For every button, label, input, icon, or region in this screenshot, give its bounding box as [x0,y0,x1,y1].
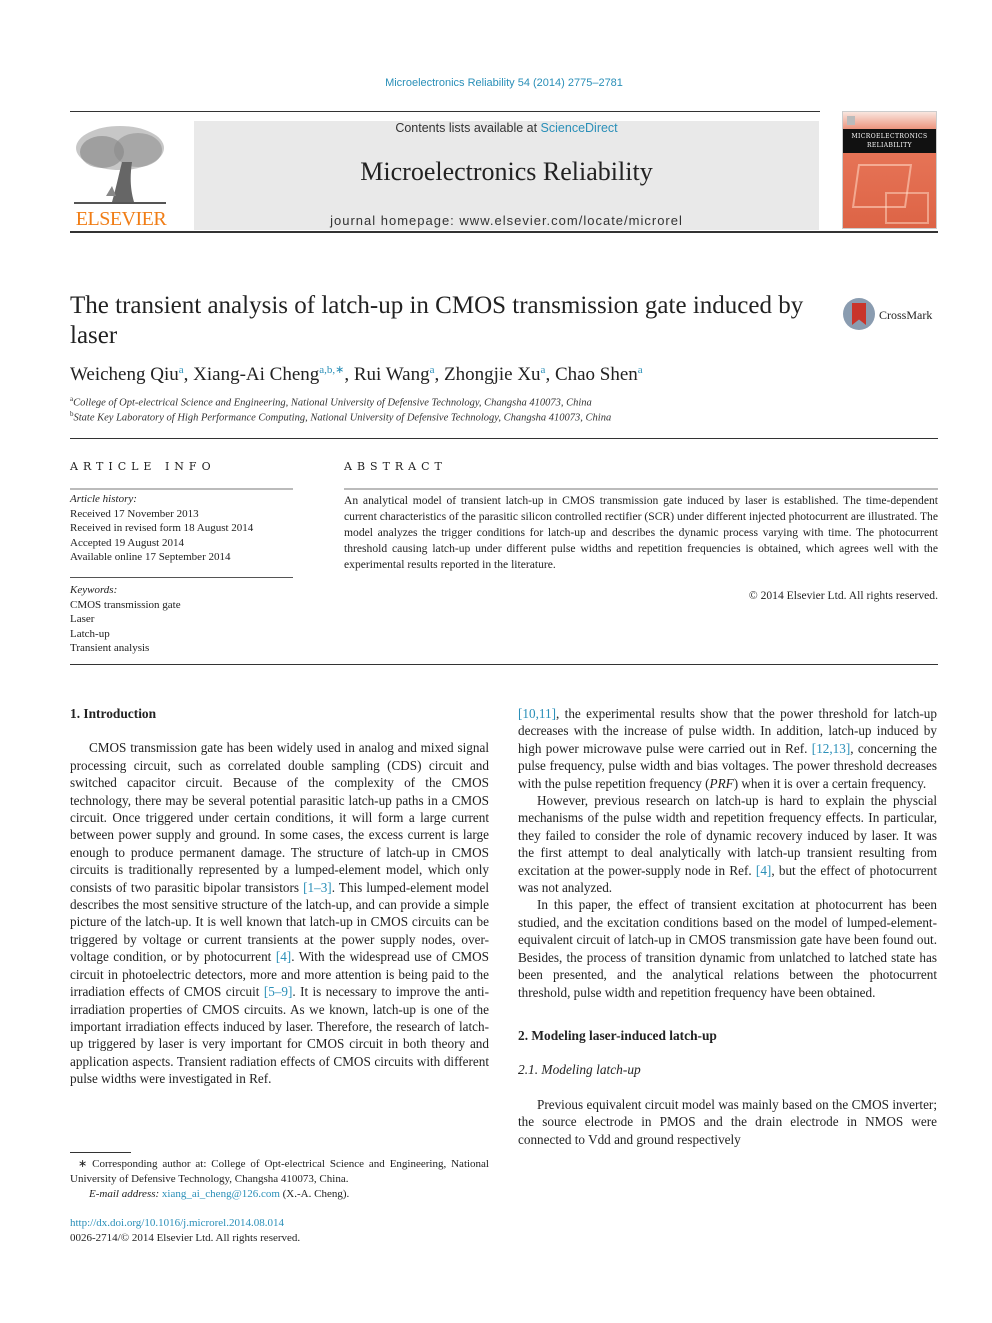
journal-title: Microelectronics Reliability [360,157,653,186]
abstract-copyright: © 2014 Elsevier Ltd. All rights reserved… [748,589,938,602]
journal-citation-link[interactable]: Microelectronics Reliability 54 (2014) 2… [0,77,992,89]
author-affil-mark[interactable]: a [541,364,546,376]
affil-text: State Key Laboratory of High Performance… [73,412,612,424]
sciencedirect-link[interactable]: ScienceDirect [541,121,618,135]
affil-text: College of Opt-electrical Science and En… [73,397,592,409]
history-label: Article history: [70,493,137,505]
footnote: ∗ Corresponding author at: College of Op… [70,1157,489,1202]
body-column-right: [10,11], the experimental results show t… [518,705,937,1148]
journal-cover-thumbnail[interactable]: MICROELECTRONICS RELIABILITY [842,111,937,229]
intro-paragraph-1-cont: [10,11], the experimental results show t… [518,705,937,792]
crossmark-icon [843,298,875,330]
text-run: ) when it is over a certain frequency. [733,775,927,791]
email-label: E-mail address: [89,1188,162,1200]
cover-chip-graphic-2 [885,192,929,224]
crossmark-label: CrossMark [879,308,933,322]
abstract-heading: ABSTRACT [344,460,447,473]
elsevier-wordmark: ELSEVIER [75,208,167,230]
author-affil-mark[interactable]: a [430,364,435,376]
author-affil-mark[interactable]: a [179,364,184,376]
history-item: Accepted 19 August 2014 [70,536,184,549]
citation-link[interactable]: [5–9] [264,984,293,999]
prf-abbrev: PRF [709,775,734,791]
crossmark-ribbon-icon [852,303,866,325]
author-affil-mark[interactable]: a [638,364,643,376]
affiliation-a: aCollege of Opt-electrical Science and E… [70,395,870,409]
intro-paragraph-2: However, previous research on latch-up i… [518,792,937,896]
author-list: Weicheng Qiua, Xiang-Ai Chenga,b,∗, Rui … [70,364,643,385]
citation-link[interactable]: [12,13] [812,741,850,756]
section-heading-modeling: 2. Modeling laser-induced latch-up [518,1027,717,1043]
keyword: Latch-up [70,627,110,640]
corresponding-author-note: ∗ Corresponding author at: College of Op… [70,1158,489,1185]
article-title: The transient analysis of latch-up in CM… [70,292,804,349]
homepage-line: journal homepage: www.elsevier.com/locat… [194,213,819,228]
contents-prefix: Contents lists available at [395,121,541,135]
keywords-block: Keywords: CMOS transmission gate Laser L… [70,583,300,656]
email-suffix: (X.-A. Cheng). [279,1188,350,1200]
author-name[interactable]: Zhongjie Xu [444,364,541,385]
intro-paragraph-1: CMOS transmission gate has been widely u… [70,739,489,1087]
contents-line: Contents lists available at ScienceDirec… [194,121,819,135]
email-link[interactable]: xiang_ai_cheng@126.com [162,1188,280,1200]
citation-link[interactable]: [4] [756,863,771,878]
author-name[interactable]: Xiang-Ai Cheng [193,364,319,385]
keyword: CMOS transmission gate [70,598,181,611]
author-name[interactable]: Rui Wang [354,364,430,385]
cover-title-line2: RELIABILITY [866,142,913,149]
keywords-divider [70,577,293,578]
text-run: . It is necessary to improve the anti-ir… [70,984,489,1087]
homepage-prefix: journal homepage: [330,213,460,228]
intro-paragraph-3: In this paper, the effect of transient e… [518,897,937,1000]
body-column-left: 1. Introduction CMOS transmission gate h… [70,705,489,1088]
article-info-divider [70,488,293,490]
homepage-link[interactable]: www.elsevier.com/locate/microrel [459,213,682,228]
keyword: Laser [70,613,95,625]
elsevier-logo[interactable]: ELSEVIER [70,118,172,233]
section2-paragraph-1: Previous equivalent circuit model was ma… [518,1096,937,1147]
abstract-bottom-divider [70,664,938,665]
issn-copyright: 0026-2714/© 2014 Elsevier Ltd. All right… [70,1232,301,1244]
article-info-heading: ARTICLE INFO [70,460,216,473]
article-history: Article history: Received 17 November 20… [70,492,300,565]
citation-link[interactable]: [4] [276,949,291,964]
doi-link[interactable]: http://dx.doi.org/10.1016/j.microrel.201… [70,1216,489,1231]
section-heading-introduction: 1. Introduction [70,706,157,721]
cover-publisher-icon [847,116,855,125]
footnote-divider [70,1152,131,1153]
subsection-heading-modeling-latchup: 2.1. Modeling latch-up [518,1062,641,1078]
journal-banner: Contents lists available at ScienceDirec… [194,121,819,230]
history-item: Received in revised form 18 August 2014 [70,522,254,534]
abstract-divider [344,488,938,490]
cover-title-line1: MICROELECTRONICS [851,133,928,140]
citation-link[interactable]: [1–3] [303,880,332,895]
keywords-label: Keywords: [70,584,118,596]
history-item: Available online 17 September 2014 [70,551,231,563]
cover-title-band: MICROELECTRONICS RELIABILITY [843,129,936,153]
author-name[interactable]: Weicheng Qiu [70,364,179,385]
affiliation-b: bState Key Laboratory of High Performanc… [70,410,870,424]
author-affil-mark[interactable]: a,b,∗ [319,364,344,376]
abstract-text: An analytical model of transient latch-u… [344,494,938,571]
affiliation-divider [70,438,938,439]
top-divider [70,111,820,112]
elsevier-tree-icon [74,126,166,204]
history-item: Received 17 November 2013 [70,507,199,520]
email-line: E-mail address: xiang_ai_cheng@126.com (… [70,1187,489,1202]
crossmark-badge[interactable]: CrossMark [843,298,943,334]
author-name[interactable]: Chao Shen [555,364,638,385]
doi-block: http://dx.doi.org/10.1016/j.microrel.201… [70,1216,489,1246]
keyword: Transient analysis [70,642,150,654]
text-run: CMOS transmission gate has been widely u… [70,740,489,895]
header-divider [70,231,938,233]
citation-link[interactable]: [10,11] [518,706,556,721]
